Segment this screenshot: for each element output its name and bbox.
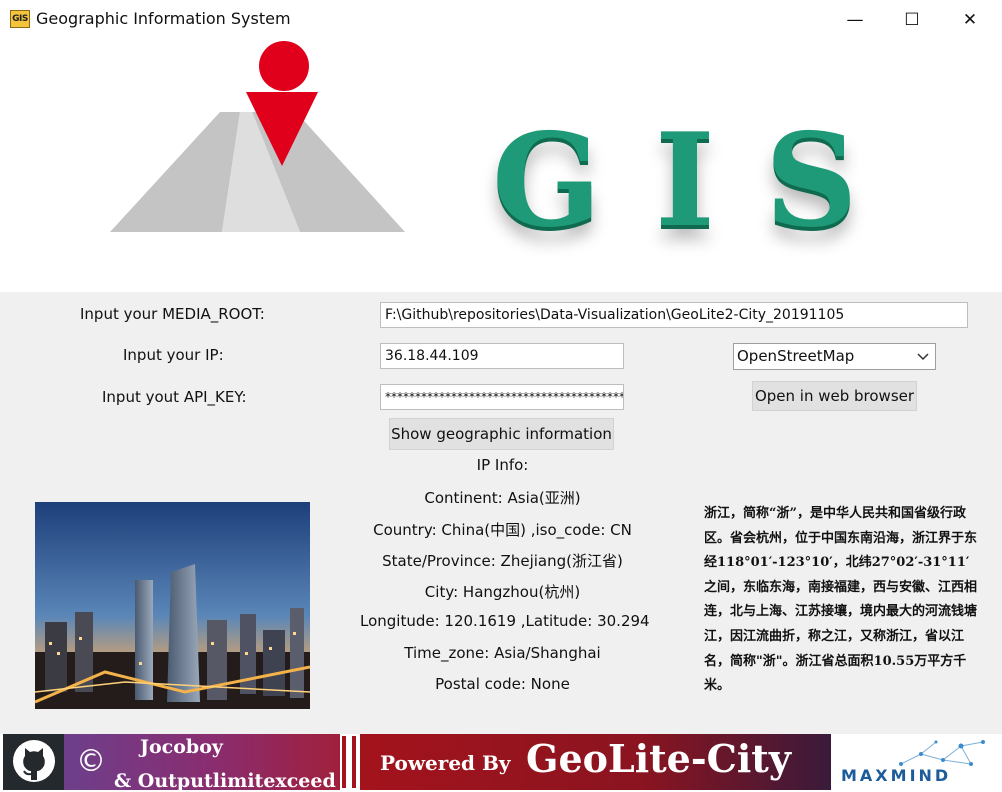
coordinates-text: Longitude: 120.1619 ,Latitude: 30.294 [360,612,650,630]
app-icon: GIS [10,10,30,28]
author-name-1: Jocoboy [140,736,223,758]
ip-info-heading: IP Info: [476,456,529,474]
github-link[interactable] [3,734,64,790]
api-key-label: Input yout API_KEY: [102,388,247,406]
close-button[interactable]: ✕ [947,0,993,40]
road-map-marker-icon [110,41,405,232]
github-octocat-icon [13,740,55,782]
powered-by-banner: Powered By GeoLite-City [360,734,831,790]
show-geo-info-button[interactable]: Show geographic information [389,418,614,450]
city-photo [35,502,310,709]
api-key-input[interactable]: ****************************************… [380,384,624,410]
gis-letter-s: S [765,106,858,256]
divider-bar [352,736,356,788]
media-root-label: Input your MEDIA_ROOT: [80,305,265,323]
maximize-button[interactable]: ☐ [889,0,935,40]
minimize-button[interactable]: — [832,0,878,40]
state-text: State/Province: Zhejiang(浙江省) [382,552,623,570]
divider-bar [342,736,346,788]
maxmind-text: MAXMIND [841,766,952,785]
media-root-input[interactable]: F:\Github\repositories\Data-Visualizatio… [380,302,968,328]
timezone-text: Time_zone: Asia/Shanghai [404,644,601,662]
chevron-down-icon [916,344,930,369]
country-text: Country: China(中国) ,iso_code: CN [373,521,632,539]
province-description: 浙江，简称“浙”，是中华人民共和国省级行政区。省会杭州，位于中国东南沿海，浙江界… [704,506,978,694]
maxmind-network-icon [899,740,985,766]
map-provider-select[interactable]: OpenStreetMap [733,343,936,370]
copyright-symbol: © [76,744,106,779]
map-provider-value: OpenStreetMap [737,347,855,365]
ip-input[interactable]: 36.18.44.109 [380,343,624,369]
open-in-browser-button[interactable]: Open in web browser [752,381,917,411]
continent-text: Continent: Asia(亚洲) [424,489,581,507]
city-text: City: Hangzhou(杭州) [424,583,581,601]
powered-by-text: Powered By [380,751,511,775]
author-name-2: & Outputlimitexceed [114,770,336,792]
geolite-city-title: GeoLite-City [526,736,791,781]
gis-banner: G I S [0,40,1002,292]
gis-letter-i: I [655,106,715,256]
gis-letter-g: G [492,106,602,256]
author-credit: © Jocoboy & Outputlimitexceed [64,734,340,792]
title-bar: GIS Geographic Information System — ☐ ✕ [0,0,1002,40]
postal-code-text: Postal code: None [435,675,570,693]
maxmind-logo: MAXMIND [831,734,1002,790]
ip-label: Input your IP: [123,346,224,364]
window-title: Geographic Information System [36,9,291,28]
